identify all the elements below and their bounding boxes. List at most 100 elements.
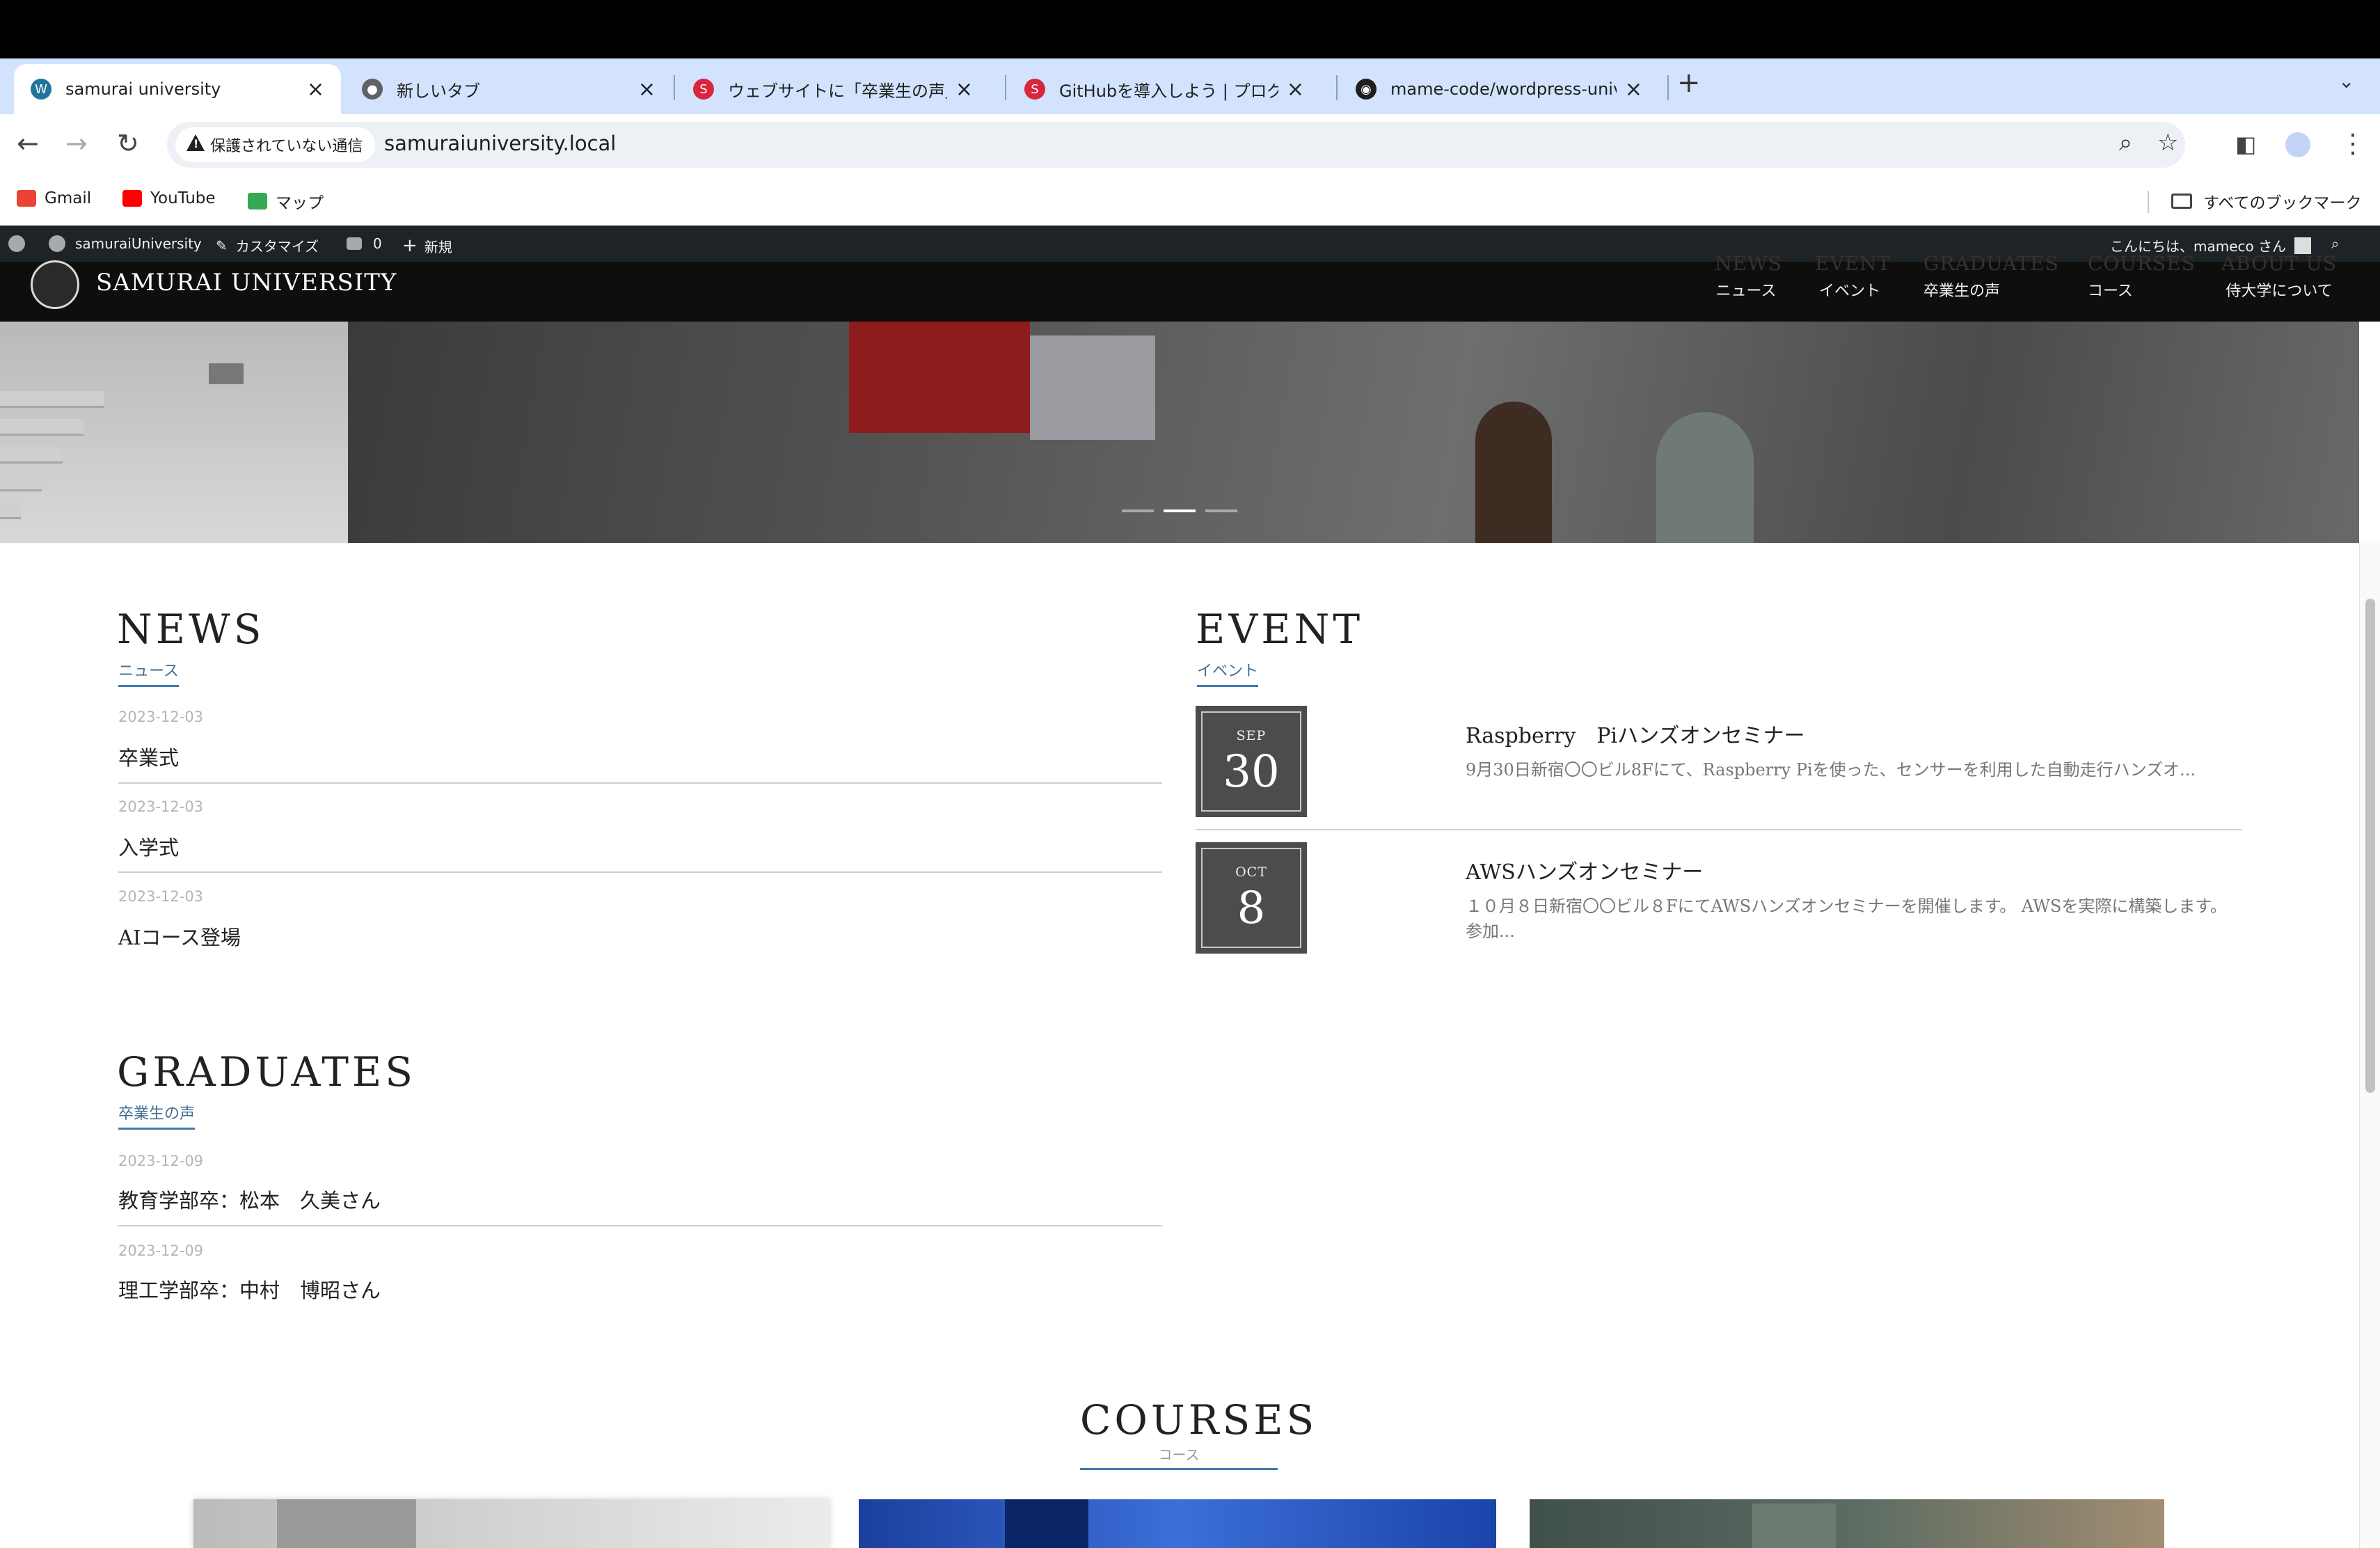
user-avatar-icon — [2294, 237, 2312, 254]
new-tab-button[interactable]: + — [1677, 67, 1701, 99]
graduate-date: 2023-12-09 — [118, 1242, 204, 1259]
divider — [1196, 829, 2242, 830]
github-icon: ◉ — [1356, 79, 1377, 100]
chrome-icon: ● — [362, 79, 383, 100]
divider — [118, 871, 1162, 873]
bookmark-gmail[interactable]: Gmail — [17, 189, 91, 207]
tab-divider — [1336, 75, 1338, 100]
profile-avatar-icon[interactable] — [2285, 132, 2310, 157]
window-top-bar — [0, 0, 2380, 58]
close-tab-icon[interactable]: × — [638, 77, 656, 102]
site-title[interactable]: SAMURAI UNIVERSITY — [96, 269, 397, 297]
course-card-1[interactable] — [193, 1499, 830, 1548]
event-date-badge: SEP 30 — [1196, 706, 1307, 817]
bookmark-label: マップ — [276, 194, 324, 212]
zoom-icon[interactable]: ⌕ — [2119, 129, 2132, 157]
news-date: 2023-12-03 — [118, 709, 204, 725]
nav-courses[interactable]: COURSES コース — [2088, 253, 2195, 301]
chevron-down-icon[interactable]: ⌄ — [2338, 70, 2354, 93]
nav-news[interactable]: NEWS ニュース — [1715, 253, 1782, 301]
graduate-title[interactable]: 理工学部卒：中村 博昭さん — [118, 1274, 381, 1304]
brush-icon: ✎ — [216, 237, 228, 254]
side-panel-icon[interactable]: ◧ — [2235, 131, 2256, 157]
url-text[interactable]: samuraiuniversity.local — [384, 132, 616, 155]
close-tab-icon[interactable]: × — [1625, 77, 1642, 102]
tab-divider — [1005, 75, 1006, 100]
admin-search-icon[interactable]: ⌕ — [2331, 235, 2339, 252]
star-icon[interactable]: ☆ — [2157, 129, 2178, 157]
tab-new-tab[interactable]: ● 新しいタブ × — [345, 64, 672, 114]
event-title[interactable]: AWSハンズオンセミナー — [1466, 855, 1703, 885]
site-header: SAMURAI UNIVERSITY NEWS ニュース EVENT イベント … — [0, 253, 2380, 322]
courses-subheading: コース — [1080, 1444, 1278, 1470]
event-title[interactable]: Raspberry Piハンズオンセミナー — [1466, 718, 1805, 749]
close-tab-icon[interactable]: × — [1287, 77, 1304, 102]
site-name-label: samuraiUniversity — [75, 235, 202, 252]
news-date: 2023-12-03 — [118, 798, 204, 815]
folder-icon — [2171, 194, 2192, 209]
admin-site-name[interactable]: samuraiUniversity — [49, 235, 202, 252]
nav-graduates[interactable]: GRADUATES 卒業生の声 — [1923, 253, 2058, 301]
event-heading: EVENT — [1196, 606, 1363, 653]
admin-new[interactable]: + 新規 — [402, 235, 452, 256]
divider — [118, 1225, 1162, 1226]
comment-icon — [347, 237, 362, 250]
divider — [118, 782, 1162, 784]
tab-divider — [674, 75, 675, 100]
scrollbar-thumb[interactable] — [2365, 599, 2375, 1093]
admin-comments[interactable]: 0 — [347, 235, 382, 252]
security-label: 保護されていない通信 — [210, 138, 363, 155]
tab-graduates-article[interactable]: S ウェブサイトに「卒業生の声」投 × — [676, 64, 990, 114]
tab-github-article[interactable]: S GitHubを導入しよう | プログラミ × — [1008, 64, 1321, 114]
reload-icon[interactable]: ↻ — [117, 128, 139, 159]
tab-strip: W samurai university × ● 新しいタブ × S ウェブサイ… — [0, 58, 2380, 114]
close-tab-icon[interactable]: × — [307, 77, 324, 102]
nav-ja-label: 卒業生の声 — [1923, 283, 2001, 300]
bookmark-maps[interactable]: マップ — [248, 189, 324, 213]
course-image — [1752, 1503, 1836, 1548]
news-title[interactable]: 入学式 — [118, 832, 179, 861]
event-date-badge: OCT 8 — [1196, 842, 1307, 954]
news-title[interactable]: 卒業式 — [118, 742, 179, 771]
course-card-2[interactable] — [859, 1499, 1496, 1548]
event-day: 30 — [1223, 746, 1280, 798]
security-indicator[interactable]: 保護されていない通信 — [175, 127, 376, 162]
nav-about[interactable]: ABOUT US 侍大学について — [2220, 253, 2338, 301]
news-title[interactable]: AIコース登場 — [118, 922, 241, 951]
university-logo[interactable] — [31, 260, 79, 309]
new-label: 新規 — [424, 238, 452, 255]
slider-dot-3[interactable] — [1205, 510, 1237, 512]
nav-ja-label: コース — [2088, 283, 2133, 300]
close-tab-icon[interactable]: × — [955, 77, 973, 102]
slider-dot-1[interactable] — [1122, 510, 1154, 512]
page-scrollbar[interactable] — [2359, 543, 2380, 1548]
warning-icon — [187, 134, 205, 151]
bookmark-divider — [2148, 191, 2149, 213]
student-image — [1475, 402, 1552, 543]
hero-stairs-image — [0, 322, 348, 543]
address-bar[interactable]: 保護されていない通信 samuraiuniversity.local ⌕ ☆ — [167, 122, 2185, 168]
all-bookmarks[interactable]: すべてのブックマーク — [2171, 189, 2361, 213]
samurai-icon: S — [1024, 79, 1045, 100]
wp-logo-icon[interactable] — [8, 235, 25, 252]
course-card-3[interactable] — [1530, 1499, 2164, 1548]
tab-label: mame-code/wordpress-unive — [1390, 79, 1617, 99]
forward-arrow-icon[interactable]: → — [65, 128, 88, 159]
graduate-title[interactable]: 教育学部卒：松本 久美さん — [118, 1185, 381, 1214]
back-arrow-icon[interactable]: ← — [17, 128, 39, 159]
slider-dot-2[interactable] — [1164, 510, 1196, 512]
youtube-icon — [122, 190, 142, 207]
bookmark-youtube[interactable]: YouTube — [122, 189, 216, 207]
event-month: OCT — [1235, 864, 1267, 880]
more-menu-icon[interactable]: ⋮ — [2340, 128, 2366, 159]
all-bookmarks-label: すべてのブックマーク — [2203, 194, 2362, 212]
graduates-subheading: 卒業生の声 — [118, 1101, 196, 1130]
admin-customize[interactable]: ✎ カスタマイズ — [216, 235, 319, 255]
student-image — [1656, 412, 1754, 543]
nav-ja-label: 侍大学について — [2226, 283, 2333, 300]
news-subheading: ニュース — [118, 658, 179, 687]
nav-event[interactable]: EVENT イベント — [1815, 253, 1890, 301]
tab-github-repo[interactable]: ◉ mame-code/wordpress-unive × — [1339, 64, 1659, 114]
hero-slider[interactable] — [0, 322, 2359, 543]
tab-samurai-university[interactable]: W samurai university × — [14, 64, 341, 114]
